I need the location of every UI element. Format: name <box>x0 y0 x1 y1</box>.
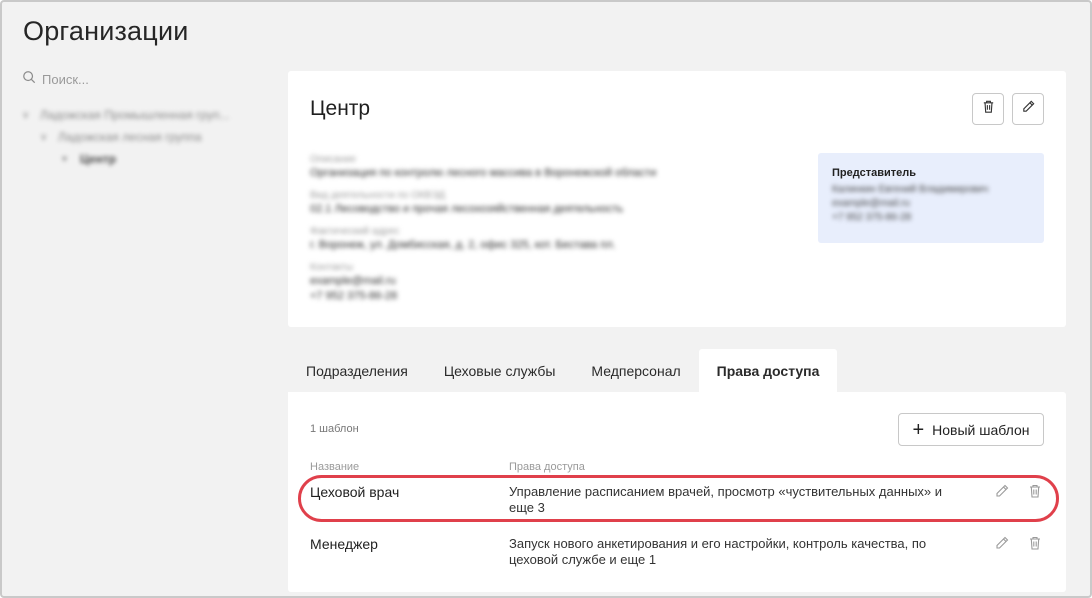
field-activity: Вид деятельности по ОКВЭД 02.1 Лесоводст… <box>310 189 780 217</box>
delete-org-button[interactable] <box>972 93 1004 125</box>
trash-icon[interactable] <box>1027 483 1045 501</box>
template-name: Цеховой врач <box>310 484 400 500</box>
field-label: Контакты <box>310 262 354 273</box>
field-address: Фактический адрес г. Воронеж, ул. Домбис… <box>310 225 780 253</box>
representative-details: Калинкин Евгений Владимирович example@ma… <box>832 183 1030 225</box>
table-row[interactable]: Цеховой врач Управление расписанием врач… <box>288 480 1066 532</box>
search-input[interactable] <box>42 71 242 87</box>
template-rights: Запуск нового анкетирования и его настро… <box>509 536 927 567</box>
search-icon <box>22 70 36 89</box>
tab-workshop-services[interactable]: Цеховые службы <box>426 349 574 392</box>
tree-item[interactable]: ∨ Ладожская лесная группа <box>22 126 262 148</box>
chevron-down-icon[interactable]: ∨ <box>22 110 36 121</box>
field-label: Описание <box>310 154 357 165</box>
template-count: 1 шаблон <box>310 423 359 435</box>
table-row[interactable]: Менеджер Запуск нового анкетирования и е… <box>288 532 1066 584</box>
access-templates-panel: 1 шаблон + Новый шаблон Название Права д… <box>288 392 1066 592</box>
edit-org-button[interactable] <box>1012 93 1044 125</box>
tab-medical-staff[interactable]: Медперсонал <box>573 349 698 392</box>
pencil-icon[interactable] <box>994 535 1012 553</box>
field-label: Фактический адрес <box>310 226 400 237</box>
field-value: example@mail.ru <box>310 275 396 287</box>
field-value: +7 952 375-86-28 <box>310 290 398 302</box>
representative-email: example@mail.ru <box>832 198 910 209</box>
pencil-icon[interactable] <box>994 483 1012 501</box>
caret-down-icon: ▾ <box>62 153 68 165</box>
representative-title: Представитель <box>832 167 916 179</box>
tab-access-rights[interactable]: Права доступа <box>698 349 838 392</box>
tree-item-label: Ладожская лесная группа <box>58 130 202 144</box>
new-template-button[interactable]: + Новый шаблон <box>898 413 1044 446</box>
app-frame: Организации ∨ Ладожская Промышленная гру… <box>0 0 1092 598</box>
org-tree: ∨ Ладожская Промышленная груп... ∨ Ладож… <box>22 104 262 170</box>
field-label: Вид деятельности по ОКВЭД <box>310 190 446 201</box>
field-description: Описание Организация по контролю лесного… <box>310 153 780 181</box>
field-value: 02.1 Лесоводство и прочая лесохозяйствен… <box>310 203 624 215</box>
search-box[interactable] <box>22 70 252 88</box>
field-value: г. Воронеж, ул. Домбисская, д. 2, офис 3… <box>310 239 616 251</box>
page-title: Организации <box>23 16 189 46</box>
column-header-rights: Права доступа <box>509 461 585 473</box>
tab-departments[interactable]: Подразделения <box>288 349 426 392</box>
representative-panel: Представитель Калинкин Евгений Владимиро… <box>818 153 1044 243</box>
org-fields: Описание Организация по контролю лесного… <box>310 153 780 312</box>
tree-item-label: Ладожская Промышленная груп... <box>40 108 230 122</box>
template-name: Менеджер <box>310 536 378 552</box>
representative-name: Калинкин Евгений Владимирович <box>832 184 989 195</box>
tree-item[interactable]: ∨ Ладожская Промышленная груп... <box>22 104 262 126</box>
trash-icon[interactable] <box>1027 535 1045 553</box>
field-contacts: Контакты example@mail.ru +7 952 375-86-2… <box>310 261 780 304</box>
org-name: Центр <box>310 97 371 120</box>
tree-item-selected[interactable]: ▾ Центр <box>22 148 262 170</box>
new-template-label: Новый шаблон <box>932 421 1030 438</box>
column-header-name: Название <box>310 461 360 473</box>
tree-item-label: Центр <box>80 152 117 166</box>
trash-icon <box>981 99 996 119</box>
field-value: Организация по контролю лесного массива … <box>310 167 657 179</box>
template-rights: Управление расписанием врачей, просмотр … <box>509 484 943 515</box>
chevron-down-icon[interactable]: ∨ <box>40 132 54 143</box>
tabs: Подразделения Цеховые службы Медперсонал… <box>288 349 838 392</box>
org-info-card: Центр Описание Организация по контролю л… <box>288 71 1066 327</box>
pencil-icon <box>1021 99 1036 119</box>
representative-phone: +7 952 375-86-28 <box>832 212 912 223</box>
plus-icon: + <box>912 418 925 441</box>
